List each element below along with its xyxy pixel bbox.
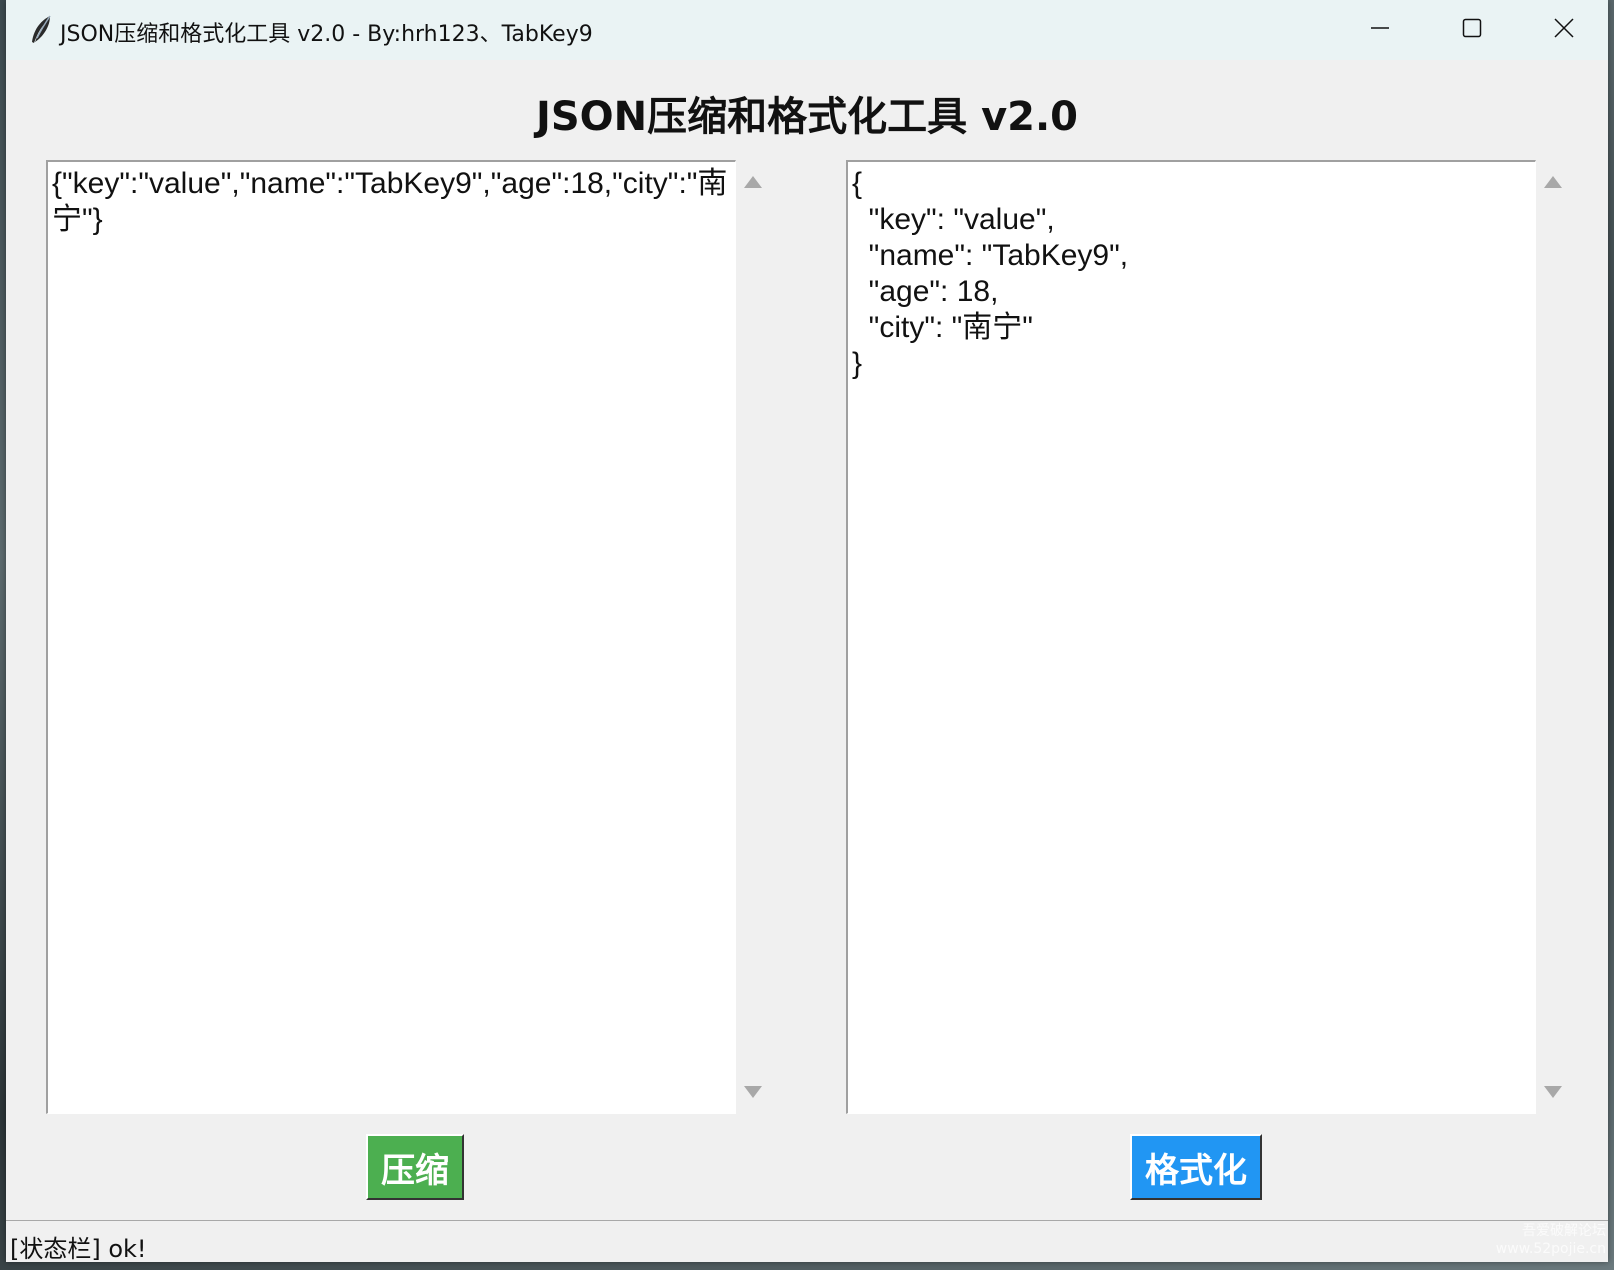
app-window: JSON压缩和格式化工具 v2.0 - By:hrh123、TabKey9 JS… bbox=[6, 0, 1608, 1263]
watermark-line2: www.52pojie.cn bbox=[1495, 1241, 1606, 1257]
scroll-up-icon[interactable] bbox=[744, 176, 762, 188]
minimize-icon bbox=[1370, 18, 1390, 42]
input-text[interactable]: {"key":"value","name":"TabKey9","age":18… bbox=[52, 166, 731, 238]
output-scrollbar[interactable] bbox=[1536, 160, 1572, 1114]
output-textarea[interactable]: { "key": "value", "name": "TabKey9", "ag… bbox=[846, 160, 1536, 1114]
compress-button[interactable]: 压缩 bbox=[366, 1134, 464, 1200]
maximize-button[interactable] bbox=[1426, 0, 1518, 60]
scroll-up-icon[interactable] bbox=[1544, 176, 1562, 188]
maximize-icon bbox=[1462, 18, 1482, 42]
format-button[interactable]: 格式化 bbox=[1130, 1134, 1262, 1200]
title-bar[interactable]: JSON压缩和格式化工具 v2.0 - By:hrh123、TabKey9 bbox=[6, 0, 1608, 60]
watermark-line1: 吾爱破解论坛 bbox=[1522, 1223, 1606, 1239]
watermark: 吾爱破解论坛 www.52pojie.cn bbox=[1496, 1222, 1606, 1258]
status-text: [状态栏] ok! bbox=[10, 1235, 147, 1263]
window-title: JSON压缩和格式化工具 v2.0 - By:hrh123、TabKey9 bbox=[60, 22, 593, 47]
close-icon bbox=[1554, 18, 1574, 42]
scroll-down-icon[interactable] bbox=[1544, 1086, 1562, 1098]
feather-icon bbox=[28, 14, 54, 46]
output-text[interactable]: { "key": "value", "name": "TabKey9", "ag… bbox=[852, 166, 1531, 382]
minimize-button[interactable] bbox=[1334, 0, 1426, 60]
page-title: JSON压缩和格式化工具 v2.0 bbox=[535, 94, 1079, 140]
scroll-down-icon[interactable] bbox=[744, 1086, 762, 1098]
input-textarea[interactable]: {"key":"value","name":"TabKey9","age":18… bbox=[46, 160, 736, 1114]
status-bar: [状态栏] ok! bbox=[6, 1220, 1608, 1263]
close-button[interactable] bbox=[1518, 0, 1610, 60]
input-scrollbar[interactable] bbox=[736, 160, 772, 1114]
